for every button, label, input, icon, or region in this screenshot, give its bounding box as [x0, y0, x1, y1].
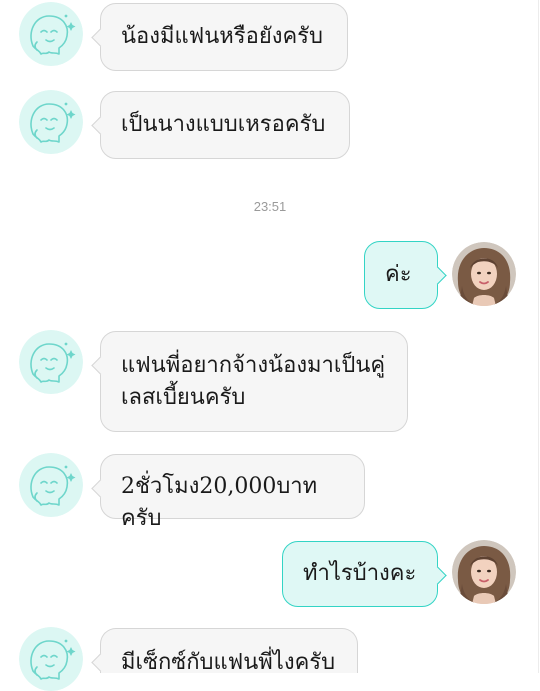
message-timestamp: 23:51 [253, 199, 287, 214]
outgoing-message-bubble[interactable]: ค่ะ [364, 241, 447, 309]
bubble-tail [91, 356, 110, 375]
bot-avatar-icon[interactable] [19, 627, 83, 691]
message-text: ค่ะ [385, 262, 412, 287]
message-text: เป็นนางแบบเหรอครับ [121, 112, 326, 137]
user-avatar-icon[interactable] [452, 540, 516, 604]
incoming-message-bubble[interactable]: น้องมีแฟนหรือยังครับ [91, 3, 348, 71]
incoming-message-bubble[interactable]: มีเซ็กซ์กับแฟนพี่ไงครับ [91, 628, 358, 675]
bubble-tail [91, 28, 110, 47]
chat-screen: { "chat": { "timestamp": "23:51", "messa… [0, 0, 540, 673]
bubble-tail [91, 479, 110, 498]
message-text: มีเซ็กซ์กับแฟนพี่ไงครับ [121, 650, 336, 675]
outgoing-message-bubble[interactable]: ทำไรบ้างคะ [282, 541, 447, 607]
incoming-message-bubble[interactable]: 2ชั่วโมง20,000บาทครับ [91, 454, 365, 531]
message-text: 2ชั่วโมง20,000บาทครับ [121, 474, 318, 531]
message-text: ทำไรบ้างคะ [303, 561, 417, 586]
message-text: น้องมีแฟนหรือยังครับ [121, 24, 323, 49]
bot-avatar-icon[interactable] [19, 453, 83, 517]
user-avatar-icon[interactable] [452, 242, 516, 306]
bot-avatar-icon[interactable] [19, 90, 83, 154]
bubble-tail [91, 116, 110, 135]
incoming-message-bubble[interactable]: เป็นนางแบบเหรอครับ [91, 91, 350, 159]
bot-avatar-icon[interactable] [19, 330, 83, 394]
incoming-message-bubble[interactable]: แฟนพี่อยากจ้างน้องมาเป็นคู่ เลสเบี้ยนครั… [91, 331, 408, 432]
bubble-tail [91, 653, 110, 672]
bubble-tail [428, 566, 447, 585]
right-border-line [538, 0, 539, 673]
bot-avatar-icon[interactable] [19, 2, 83, 66]
bubble-tail [428, 266, 447, 285]
message-text: แฟนพี่อยากจ้างน้องมาเป็นคู่ เลสเบี้ยนครั… [121, 353, 386, 410]
